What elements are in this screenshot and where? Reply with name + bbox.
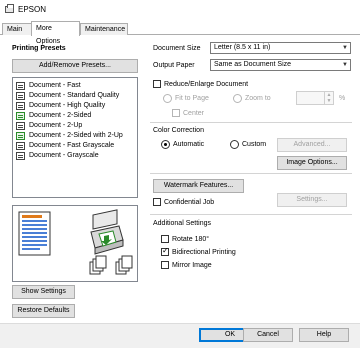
presets-list[interactable]: Document - Fast Document - Standard Qual…: [12, 77, 138, 198]
document-size-label: Document Size: [153, 45, 201, 52]
preset-label: Document - Fast: [29, 82, 81, 89]
document-size-value: Letter (8.5 x 11 in): [214, 44, 271, 51]
document-page-icon: [18, 211, 51, 256]
chevron-down-icon: ▼: [342, 45, 348, 51]
reduce-enlarge-checkbox[interactable]: Reduce/Enlarge Document: [153, 80, 248, 88]
list-item[interactable]: Document - Standard Quality: [16, 91, 119, 100]
printer-document-icon: [16, 91, 25, 100]
cancel-button[interactable]: Cancel: [243, 328, 293, 342]
radio-circle[interactable]: [233, 94, 242, 103]
zoom-to-label: Zoom to: [245, 95, 271, 102]
printer-document-icon: [16, 121, 25, 130]
preset-label: Document - 2-Sided with 2-Up: [29, 132, 123, 139]
radio-circle[interactable]: [230, 140, 239, 149]
printer-icon: [5, 4, 14, 13]
preset-label: Document - Grayscale: [29, 152, 99, 159]
checkbox-box[interactable]: [161, 261, 169, 269]
radio-circle[interactable]: [161, 140, 170, 149]
tab-maintenance[interactable]: Maintenance: [80, 23, 128, 35]
eco-duplex-icon: [16, 111, 25, 120]
list-item[interactable]: Document - 2-Up: [16, 121, 82, 130]
advanced-button[interactable]: Advanced...: [277, 138, 347, 152]
tab-more-options[interactable]: More Options: [31, 21, 80, 45]
mirror-image-checkbox[interactable]: Mirror Image: [161, 261, 212, 269]
output-paper-select[interactable]: Same as Document Size ▼: [210, 59, 351, 71]
bidirectional-printing-checkbox[interactable]: ✓ Bidirectional Printing: [161, 246, 236, 256]
center-checkbox[interactable]: Center: [172, 109, 204, 117]
window-title: EPSON: [18, 5, 47, 14]
checkbox-box[interactable]: ✓: [161, 246, 169, 256]
reduce-enlarge-label: Reduce/Enlarge Document: [164, 80, 249, 88]
center-label: Center: [183, 109, 205, 117]
add-remove-presets-button[interactable]: Add/Remove Presets...: [12, 59, 138, 73]
divider: [150, 173, 352, 174]
help-button[interactable]: Help: [299, 328, 349, 342]
printer-icon: [90, 209, 124, 255]
tab-more-options-label: More Options: [36, 25, 61, 45]
preset-label: Document - Standard Quality: [29, 92, 120, 99]
show-settings-button[interactable]: Show Settings: [12, 285, 75, 299]
checkbox-box[interactable]: [161, 235, 169, 243]
list-item[interactable]: Document - Fast Grayscale: [16, 141, 114, 150]
printer-document-icon: [16, 141, 25, 150]
list-item[interactable]: Document - Fast: [16, 81, 81, 90]
confidential-job-checkbox[interactable]: Confidential Job: [153, 198, 214, 206]
fit-to-page-label: Fit to Page: [175, 95, 209, 102]
checkbox-box[interactable]: [172, 109, 180, 117]
divider: [150, 214, 352, 215]
mirror-image-label: Mirror Image: [172, 261, 212, 269]
document-size-select[interactable]: Letter (8.5 x 11 in) ▼: [210, 42, 351, 54]
printer-document-icon: [16, 151, 25, 160]
watermark-features-button[interactable]: Watermark Features...: [153, 179, 244, 193]
divider: [150, 122, 352, 123]
zoom-to-radio[interactable]: Zoom to: [233, 94, 271, 103]
additional-settings-label: Additional Settings: [153, 220, 211, 227]
output-stack-icon: [89, 255, 133, 275]
settings-button[interactable]: Settings...: [277, 193, 347, 207]
radio-circle[interactable]: [163, 94, 172, 103]
title-bar: EPSON: [0, 0, 360, 20]
automatic-label: Automatic: [173, 141, 205, 148]
fit-to-page-radio[interactable]: Fit to Page: [163, 94, 209, 103]
bidirectional-printing-label: Bidirectional Printing: [172, 248, 236, 256]
tab-main[interactable]: Main: [2, 23, 32, 35]
tab-maintenance-label: Maintenance: [85, 26, 126, 33]
list-item[interactable]: Document - Grayscale: [16, 151, 99, 160]
preset-label: Document - 2-Sided: [29, 112, 92, 119]
custom-label: Custom: [242, 141, 267, 148]
color-correction-label: Color Correction: [153, 127, 204, 134]
tab-strip: Main More Options Maintenance: [0, 21, 360, 45]
chevron-down-icon[interactable]: ▼: [324, 98, 333, 104]
chevron-down-icon: ▼: [342, 62, 348, 68]
rotate-180-label: Rotate 180°: [172, 235, 210, 243]
rotate-180-checkbox[interactable]: Rotate 180°: [161, 235, 209, 243]
zoom-percent-stepper[interactable]: ▲ ▼: [296, 91, 334, 105]
checkmark-icon: ✓: [162, 246, 169, 255]
printer-document-icon: [16, 101, 25, 110]
percent-label: %: [339, 95, 346, 102]
output-paper-label: Output Paper: [153, 62, 195, 69]
list-item[interactable]: Document - 2-Sided: [16, 111, 91, 120]
custom-radio[interactable]: Custom: [230, 140, 266, 149]
preset-label: Document - Fast Grayscale: [29, 142, 115, 149]
preview-illustration: [18, 209, 133, 275]
checkbox-box[interactable]: [153, 80, 161, 88]
tab-main-label: Main: [7, 26, 23, 33]
preset-label: Document - 2-Up: [29, 122, 83, 129]
automatic-radio[interactable]: Automatic: [161, 140, 204, 149]
restore-defaults-button[interactable]: Restore Defaults: [12, 304, 75, 318]
confidential-job-label: Confidential Job: [164, 198, 215, 206]
preview-pane: [12, 205, 138, 282]
eco-duplex-icon: [16, 131, 25, 140]
printer-document-icon: [16, 81, 25, 90]
list-item[interactable]: Document - 2-Sided with 2-Up: [16, 131, 123, 140]
preset-label: Document - High Quality: [29, 102, 106, 109]
image-options-button[interactable]: Image Options...: [277, 156, 347, 170]
output-paper-value: Same as Document Size: [214, 61, 292, 68]
list-item[interactable]: Document - High Quality: [16, 101, 105, 110]
checkbox-box[interactable]: [153, 198, 161, 206]
